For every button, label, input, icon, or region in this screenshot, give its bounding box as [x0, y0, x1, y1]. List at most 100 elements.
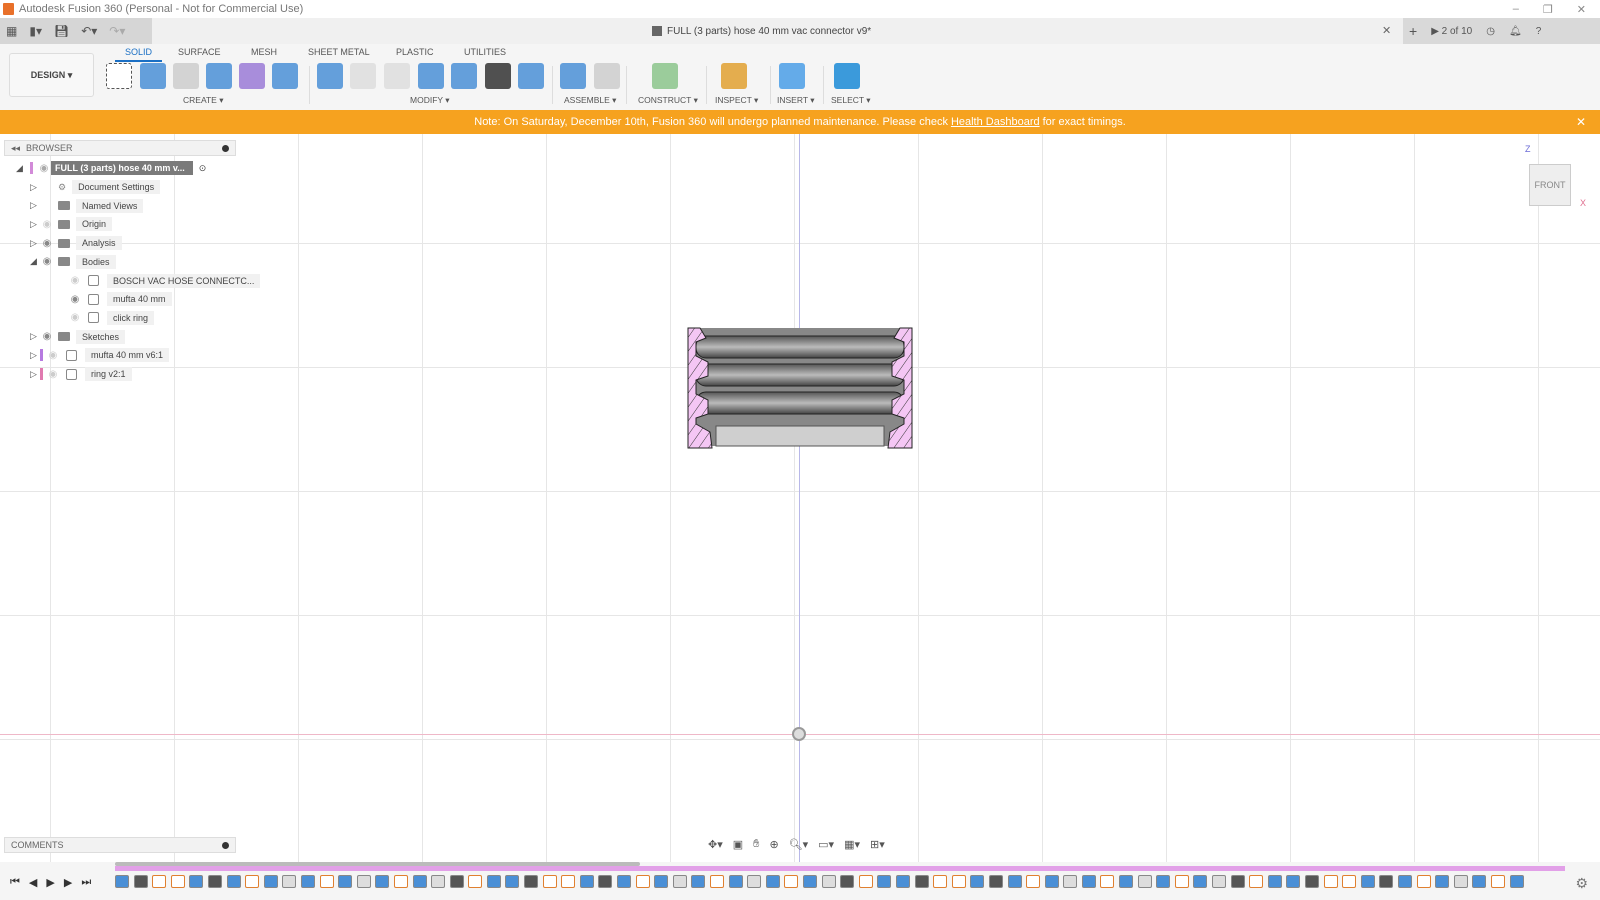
timeline-feature-icon[interactable]: [914, 875, 929, 888]
extrude-tool-icon[interactable]: [272, 63, 298, 89]
joint-tool-icon[interactable]: [594, 63, 620, 89]
expanded-triangle-icon[interactable]: ◢: [30, 256, 40, 267]
collapsed-triangle-icon[interactable]: ▷: [30, 238, 40, 249]
timeline-feature-icon[interactable]: [1509, 875, 1524, 888]
browser-item[interactable]: ▷ ◉ mufta 40 mm v6:1: [30, 346, 170, 364]
viewcube[interactable]: FRONT: [1529, 164, 1571, 206]
browser-item[interactable]: ▷ Named Views: [30, 197, 144, 215]
timeline-feature-icon[interactable]: [282, 875, 297, 888]
maximize-icon[interactable]: ❐: [1543, 3, 1553, 16]
tab-mesh[interactable]: MESH: [251, 47, 277, 57]
timeline-feature-icon[interactable]: [133, 875, 148, 888]
timeline-feature-icon[interactable]: [505, 875, 520, 888]
timeline-feature-icon[interactable]: [1472, 875, 1487, 888]
timeline-feature-icon[interactable]: [1397, 875, 1412, 888]
timeline-feature-icon[interactable]: [895, 875, 910, 888]
fit-icon[interactable]: 🔍︎▾: [789, 838, 809, 851]
timeline-feature-icon[interactable]: [561, 875, 576, 888]
timeline-feature-icon[interactable]: [356, 875, 371, 888]
visibility-eye-icon[interactable]: ◉: [46, 350, 60, 360]
timeline-feature-icon[interactable]: [338, 875, 353, 888]
browser-item[interactable]: ▷ ◉ Sketches: [30, 328, 126, 346]
timeline-feature-icon[interactable]: [1286, 875, 1301, 888]
timeline-feature-icon[interactable]: [486, 875, 501, 888]
modify-menu[interactable]: MODIFY ▾: [410, 95, 450, 106]
timeline-feature-icon[interactable]: [710, 875, 724, 888]
minimize-icon[interactable]: –: [1513, 3, 1519, 16]
timeline-feature-icon[interactable]: [579, 875, 594, 888]
timeline-feature-icon[interactable]: [970, 875, 985, 888]
pin-icon[interactable]: [222, 144, 229, 152]
visibility-eye-icon[interactable]: ◉: [68, 294, 82, 304]
timeline-feature-icon[interactable]: [1435, 875, 1450, 888]
expanded-triangle-icon[interactable]: ◢: [16, 163, 26, 174]
timeline-feature-icon[interactable]: [1342, 875, 1357, 888]
fillet-tool-icon[interactable]: [350, 63, 376, 89]
offset-plane-tool-icon[interactable]: [652, 63, 678, 89]
timeline-feature-icon[interactable]: [393, 875, 408, 888]
revolve-tool-icon[interactable]: [140, 63, 166, 89]
timeline-feature-icon[interactable]: [226, 875, 241, 888]
collapsed-triangle-icon[interactable]: ▷: [30, 331, 40, 342]
collapsed-triangle-icon[interactable]: ▷: [30, 200, 40, 211]
tab-sheet-metal[interactable]: SHEET METAL: [308, 47, 370, 57]
save-icon[interactable]: 💾︎: [54, 24, 69, 38]
timeline-feature-icon[interactable]: [300, 875, 315, 888]
timeline-feature-icon[interactable]: [170, 875, 185, 888]
notification-bell-icon[interactable]: 🔔︎: [1509, 26, 1522, 37]
timeline-feature-icon[interactable]: [1416, 875, 1431, 888]
browser-root[interactable]: ◢ ◉ FULL (3 parts) hose 40 mm v... ⊙: [16, 159, 206, 177]
tab-solid[interactable]: SOLID: [115, 47, 163, 62]
add-comment-icon[interactable]: [222, 841, 229, 849]
timeline-feature-icon[interactable]: [635, 875, 650, 888]
timeline-feature-icon[interactable]: [691, 875, 706, 888]
collapse-browser-icon[interactable]: ◂◂: [11, 143, 20, 154]
step-back-icon[interactable]: ◀: [29, 876, 37, 889]
file-menu-icon[interactable]: ▮▾: [29, 24, 42, 38]
timeline-feature-icon[interactable]: [1007, 875, 1022, 888]
workspace-switcher[interactable]: DESIGN ▾: [9, 53, 94, 97]
viewcube-face-front[interactable]: FRONT: [1535, 180, 1566, 190]
timeline-feature-icon[interactable]: [1044, 875, 1059, 888]
clock-icon[interactable]: ◷: [1486, 26, 1495, 37]
combine-tool-icon[interactable]: [418, 63, 444, 89]
visibility-eye-icon[interactable]: ◉: [68, 313, 82, 323]
visibility-eye-icon[interactable]: ◉: [46, 369, 60, 379]
timeline-feature-icon[interactable]: [1174, 875, 1189, 888]
new-component-tool-icon[interactable]: [560, 63, 586, 89]
timeline-feature-icon[interactable]: [1379, 875, 1394, 888]
insert-image-tool-icon[interactable]: [779, 63, 805, 89]
timeline-feature-icon[interactable]: [152, 875, 167, 888]
shell-tool-icon[interactable]: [384, 63, 410, 89]
timeline-feature-icon[interactable]: [821, 875, 836, 888]
grid-settings-icon[interactable]: ▦▾: [844, 838, 860, 851]
sketch-tool-icon[interactable]: [106, 63, 132, 89]
close-tab-icon[interactable]: ✕: [1382, 24, 1391, 37]
timeline-feature-icon[interactable]: [524, 875, 539, 888]
timeline-feature-icon[interactable]: [1063, 875, 1078, 888]
timeline-feature-icon[interactable]: [468, 875, 483, 888]
close-banner-icon[interactable]: ✕: [1576, 115, 1586, 129]
collapsed-triangle-icon[interactable]: ▷: [30, 219, 40, 230]
timeline-feature-icon[interactable]: [207, 875, 222, 888]
move-tool-icon[interactable]: [485, 63, 511, 89]
timeline-feature-icon[interactable]: [858, 875, 873, 888]
orbit-icon[interactable]: ✥▾: [708, 838, 723, 851]
browser-item[interactable]: ▷ ⚙ Document Settings: [30, 178, 161, 196]
timeline-feature-icon[interactable]: [933, 875, 948, 888]
document-tab[interactable]: FULL (3 parts) hose 40 mm vac connector …: [652, 18, 871, 44]
select-menu[interactable]: SELECT ▾: [831, 95, 871, 106]
timeline-feature-icon[interactable]: [1249, 875, 1264, 888]
redo-icon[interactable]: ↷▾: [109, 24, 125, 38]
timeline-feature-icon[interactable]: [728, 875, 743, 888]
timeline-feature-icon[interactable]: [1081, 875, 1096, 888]
tab-surface[interactable]: SURFACE: [178, 47, 221, 57]
timeline-feature-icon[interactable]: [1156, 875, 1171, 888]
timeline-feature-icon[interactable]: [877, 875, 892, 888]
timeline-feature-icon[interactable]: [375, 875, 390, 888]
timeline-feature-icon[interactable]: [1193, 875, 1208, 888]
step-forward-icon[interactable]: ▶: [64, 876, 72, 889]
visibility-eye-icon[interactable]: ◉: [40, 332, 54, 342]
visibility-eye-icon[interactable]: ◉: [40, 257, 54, 267]
insert-menu[interactable]: INSERT ▾: [777, 95, 815, 106]
